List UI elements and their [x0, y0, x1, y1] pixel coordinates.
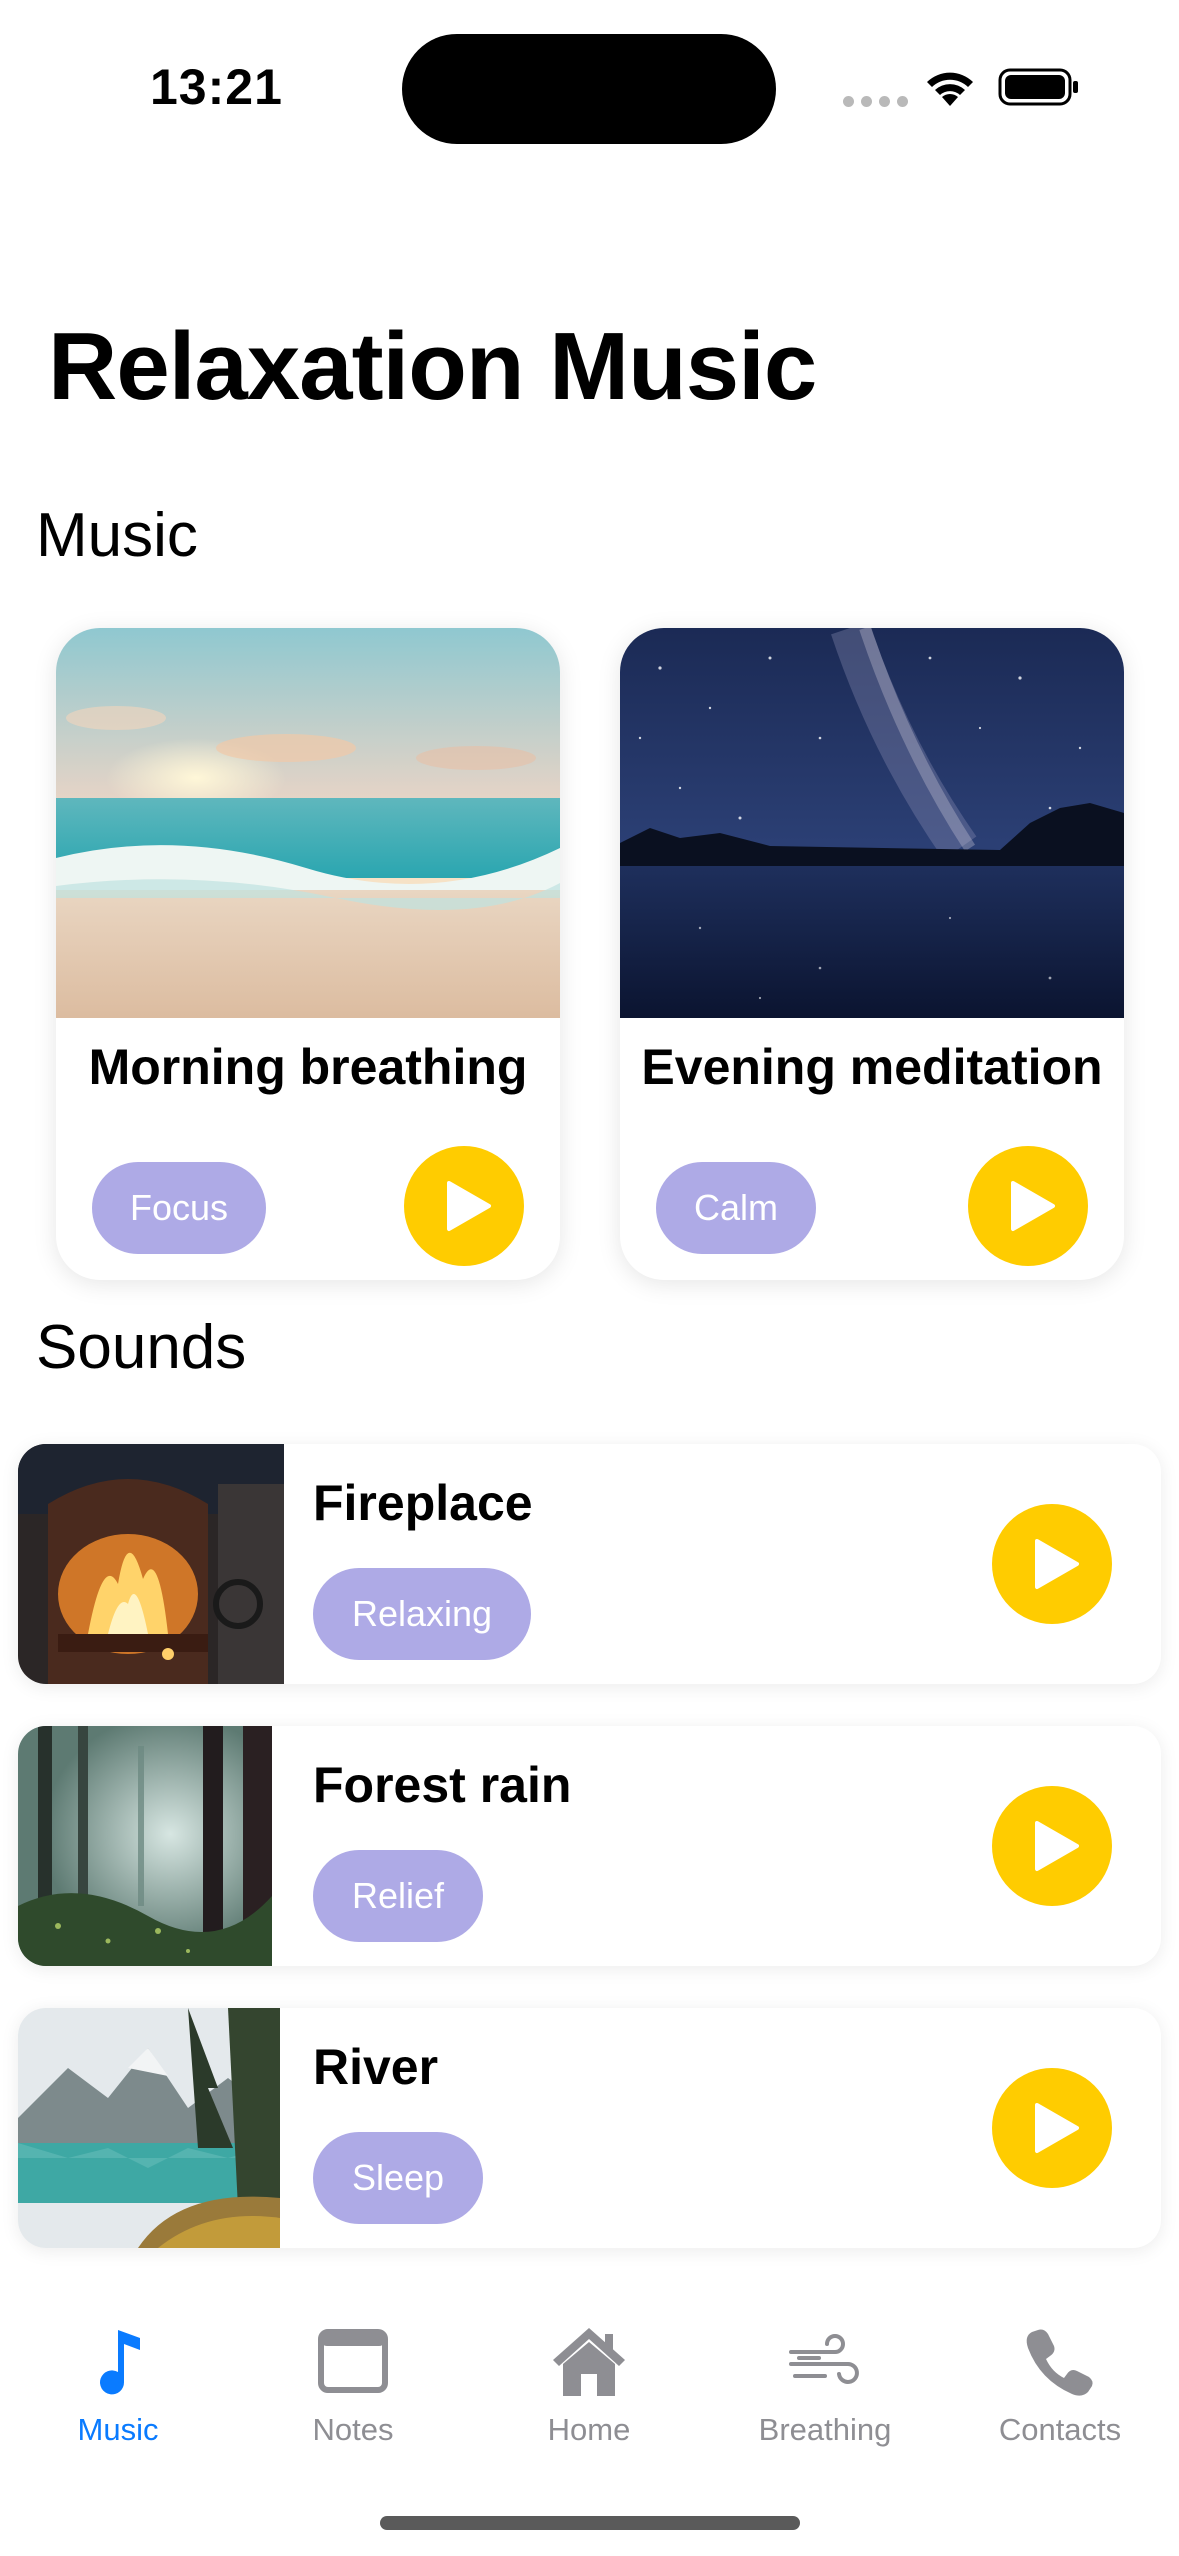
- music-card-title: Morning breathing: [88, 1039, 528, 1095]
- play-icon: [447, 1181, 491, 1231]
- sounds-section-title: Sounds: [36, 1313, 247, 1382]
- play-button[interactable]: [992, 1786, 1112, 1906]
- tab-label: Home: [547, 2412, 631, 2447]
- house-icon: [553, 2328, 625, 2396]
- tab-notes[interactable]: Notes: [235, 2322, 471, 2462]
- tab-breathing[interactable]: Breathing: [707, 2322, 943, 2462]
- misty-forest-image: [18, 1726, 272, 1966]
- sound-title: River: [313, 2039, 439, 2095]
- tag-pill: Sleep: [313, 2132, 483, 2224]
- play-button[interactable]: [404, 1146, 524, 1266]
- music-card-title: Evening meditation: [641, 1039, 1103, 1095]
- phone-icon: [1026, 2329, 1093, 2396]
- sound-title: Forest rain: [313, 1757, 572, 1813]
- status-bar: 13:21: [0, 0, 1179, 160]
- play-icon: [1035, 2103, 1079, 2153]
- home-indicator[interactable]: [380, 2516, 800, 2530]
- tag-pill: Calm: [656, 1162, 816, 1254]
- battery-icon: [998, 68, 1078, 106]
- tab-home[interactable]: Home: [471, 2322, 707, 2462]
- play-icon: [1035, 1821, 1079, 1871]
- play-button[interactable]: [968, 1146, 1088, 1266]
- fireplace-image: [18, 1444, 284, 1684]
- tab-label: Music: [77, 2412, 159, 2447]
- sound-row-fireplace[interactable]: Fireplace Relaxing: [18, 1444, 1161, 1684]
- music-card-evening-meditation[interactable]: Evening meditation Calm: [620, 628, 1124, 1280]
- tag-pill: Focus: [92, 1162, 266, 1254]
- tag-pill: Relaxing: [313, 1568, 531, 1660]
- notes-window-icon: [318, 2329, 388, 2393]
- sound-title: Fireplace: [313, 1475, 533, 1531]
- play-button[interactable]: [992, 1504, 1112, 1624]
- tag-pill: Relief: [313, 1850, 483, 1942]
- mountain-lake-image: [18, 2008, 280, 2248]
- wifi-icon: [927, 72, 973, 106]
- tab-label: Breathing: [758, 2412, 892, 2447]
- music-note-icon: [100, 2330, 140, 2395]
- dynamic-island: [402, 34, 776, 144]
- music-card-morning-breathing[interactable]: Morning breathing Focus: [56, 628, 560, 1280]
- play-icon: [1035, 1539, 1079, 1589]
- wind-icon: [789, 2334, 859, 2384]
- night-sky-lake-image: [620, 628, 1124, 1018]
- music-section-title: Music: [36, 501, 198, 570]
- tab-music[interactable]: Music: [0, 2322, 236, 2462]
- tab-contacts[interactable]: Contacts: [942, 2322, 1178, 2462]
- cellular-signal-icon: [843, 96, 908, 107]
- sound-row-river[interactable]: River Sleep: [18, 2008, 1161, 2248]
- tab-label: Contacts: [998, 2412, 1122, 2447]
- page-title: Relaxation Music: [48, 313, 817, 420]
- tab-label: Notes: [312, 2412, 394, 2447]
- play-button[interactable]: [992, 2068, 1112, 2188]
- status-time: 13:21: [150, 59, 283, 115]
- beach-sunset-image: [56, 628, 560, 1018]
- play-icon: [1011, 1181, 1055, 1231]
- sound-row-forest-rain[interactable]: Forest rain Relief: [18, 1726, 1161, 1966]
